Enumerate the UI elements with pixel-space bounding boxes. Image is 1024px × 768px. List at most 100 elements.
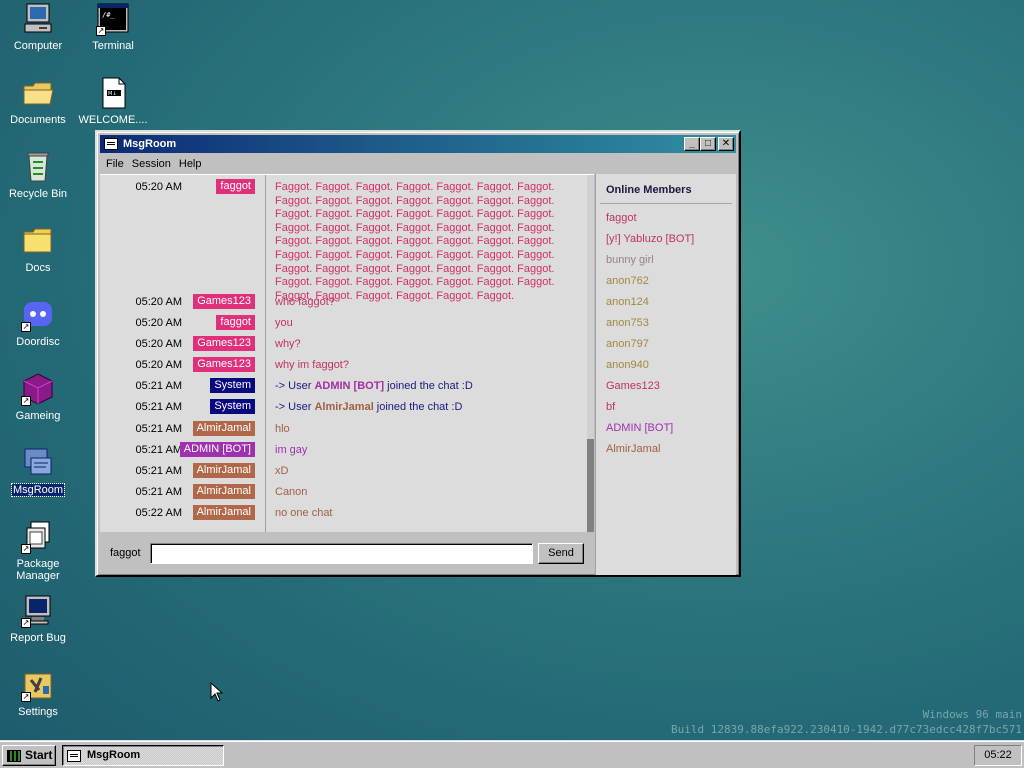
- message-nick-badge[interactable]: Games123: [193, 336, 255, 351]
- start-button[interactable]: Start: [2, 745, 56, 766]
- message-time: 05:20 AM: [135, 296, 182, 308]
- message-nick-badge[interactable]: ADMIN [BOT]: [179, 442, 255, 457]
- send-button[interactable]: Send: [538, 543, 584, 564]
- message-text: xD: [275, 465, 289, 477]
- member-item[interactable]: anon124: [606, 296, 649, 308]
- desktop-icon-label: Settings: [18, 706, 58, 718]
- window-title: MsgRoom: [123, 138, 177, 150]
- maximize-button[interactable]: □: [700, 137, 716, 151]
- desktop-icon-label: Gameing: [15, 410, 61, 422]
- member-item[interactable]: anon753: [606, 317, 649, 329]
- chat-message: 05:21 AM AlmirJamal xD: [100, 463, 584, 479]
- doordisc-icon: ↗: [21, 298, 55, 332]
- desktop-icon-report-bug[interactable]: ↗ Report Bug: [0, 594, 76, 644]
- message-input[interactable]: [150, 543, 533, 564]
- taskbar: Start MsgRoom 05:22: [0, 740, 1024, 768]
- start-logo-icon: [7, 749, 21, 762]
- package-icon: ↗: [21, 520, 55, 554]
- desktop-icon-label: Computer: [13, 40, 63, 52]
- msgroom-app-icon: [104, 138, 118, 150]
- desktop-icon-label: Report Bug: [10, 632, 66, 644]
- member-item[interactable]: Games123: [606, 380, 660, 392]
- desktop-icon-doordisc[interactable]: ↗ Doordisc: [0, 298, 76, 348]
- msgroom-window: MsgRoom _ □ ✕ File Session Help 05:20 AM…: [95, 130, 741, 577]
- minimize-button[interactable]: _: [684, 137, 700, 151]
- close-button[interactable]: ✕: [718, 137, 734, 151]
- system-prefix: -> User: [275, 380, 315, 392]
- desktop-icon-recycle-bin[interactable]: Recycle Bin: [0, 150, 76, 200]
- message-time: 05:22 AM: [135, 507, 182, 519]
- document-icon: M↓: [96, 76, 130, 110]
- online-members-panel: Online Members faggot [y!] Yabluzo [BOT] b…: [595, 174, 736, 575]
- taskbar-item-msgroom[interactable]: MsgRoom: [62, 745, 224, 766]
- message-text: no one chat: [275, 507, 333, 519]
- title-bar[interactable]: MsgRoom _ □ ✕: [100, 135, 736, 153]
- member-item[interactable]: ADMIN [BOT]: [606, 422, 673, 434]
- desktop-icon-documents[interactable]: Documents: [0, 76, 76, 126]
- desktop-icon-gameing[interactable]: ↗ Gameing: [0, 372, 76, 422]
- member-item[interactable]: anon940: [606, 359, 649, 371]
- message-nick-badge[interactable]: AlmirJamal: [192, 484, 255, 499]
- message-nick-badge[interactable]: Games123: [193, 357, 255, 372]
- menu-session[interactable]: Session: [130, 158, 177, 170]
- system-prefix: -> User: [275, 401, 315, 413]
- folder-open-icon: [21, 76, 55, 110]
- chat-message: 05:20 AM faggot Faggot. Faggot. Faggot. Fa…: [100, 179, 584, 302]
- message-time: 05:21 AM: [135, 486, 182, 498]
- message-nick-badge[interactable]: AlmirJamal: [192, 505, 255, 520]
- desktop-icon-computer[interactable]: Computer: [0, 2, 76, 52]
- online-members-title: Online Members: [606, 184, 692, 196]
- message-nick-badge[interactable]: faggot: [216, 179, 255, 194]
- recycle-bin-icon: [21, 150, 55, 184]
- message-nick-badge[interactable]: System: [210, 378, 255, 393]
- chat-message: 05:20 AM Games123 why?: [100, 336, 584, 352]
- message-nick-badge[interactable]: AlmirJamal: [192, 421, 255, 436]
- message-nick-badge[interactable]: System: [210, 399, 255, 414]
- menu-help[interactable]: Help: [177, 158, 208, 170]
- message-nick-badge[interactable]: AlmirJamal: [192, 463, 255, 478]
- chat-message: 05:21 AM ADMIN [BOT] im gay: [100, 442, 584, 458]
- message-time: 05:20 AM: [135, 338, 182, 350]
- chat-message: 05:21 AM AlmirJamal hlo: [100, 421, 584, 437]
- message-text: why?: [275, 338, 301, 350]
- chat-message: 05:20 AM Games123 why im faggot?: [100, 357, 584, 373]
- message-text: -> User AlmirJamal joined the chat :D: [275, 401, 462, 415]
- message-time: 05:21 AM: [135, 380, 182, 392]
- chat-message: 05:22 AM AlmirJamal no one chat: [100, 505, 584, 521]
- menu-file[interactable]: File: [104, 158, 130, 170]
- message-nick-badge[interactable]: faggot: [216, 315, 255, 330]
- folder-icon: [21, 224, 55, 258]
- message-composer: faggot Send: [100, 533, 594, 575]
- member-item[interactable]: AlmirJamal: [606, 443, 660, 455]
- desktop-icon-docs[interactable]: Docs: [0, 224, 76, 274]
- chat-message: 05:20 AM Games123 who faggot?: [100, 294, 584, 310]
- scrollbar-thumb[interactable]: [587, 439, 594, 532]
- member-item[interactable]: [y!] Yabluzo [BOT]: [606, 233, 694, 245]
- chat-scrollbar[interactable]: [587, 175, 594, 532]
- member-item[interactable]: faggot: [606, 212, 637, 224]
- current-nick-label: faggot: [110, 547, 141, 559]
- desktop-icon-label: Package Manager: [16, 558, 60, 582]
- message-time: 05:21 AM: [135, 465, 182, 477]
- chat-log[interactable]: 05:20 AM faggot Faggot. Faggot. Faggot. Fa…: [100, 174, 594, 532]
- start-label: Start: [25, 748, 53, 762]
- desktop-icon-settings[interactable]: ↗ Settings: [0, 668, 76, 718]
- desktop-icon-package-manager[interactable]: ↗ Package Manager: [0, 520, 76, 582]
- desktop-icon-msgroom[interactable]: MsgRoom: [0, 446, 76, 497]
- member-item[interactable]: bunny girl: [606, 254, 654, 266]
- member-item[interactable]: bf: [606, 401, 615, 413]
- chat-message: 05:21 AM System -> User ADMIN [BOT] joined…: [100, 378, 584, 394]
- message-time: 05:20 AM: [135, 317, 182, 329]
- system-suffix: joined the chat :D: [373, 401, 463, 413]
- desktop-icon-terminal[interactable]: /#_ ↗ Terminal: [75, 2, 151, 52]
- desktop-icon-label: WELCOME....: [78, 114, 148, 126]
- message-text: hlo: [275, 423, 290, 435]
- message-nick-badge[interactable]: Games123: [193, 294, 255, 309]
- desktop-icon-welcome[interactable]: M↓ WELCOME....: [75, 76, 151, 126]
- member-item[interactable]: anon797: [606, 338, 649, 350]
- message-time: 05:21 AM: [135, 423, 182, 435]
- desktop-icon-label: Documents: [10, 114, 66, 126]
- monitor-icon: ↗: [21, 594, 55, 628]
- message-text: -> User ADMIN [BOT] joined the chat :D: [275, 380, 473, 394]
- member-item[interactable]: anon762: [606, 275, 649, 287]
